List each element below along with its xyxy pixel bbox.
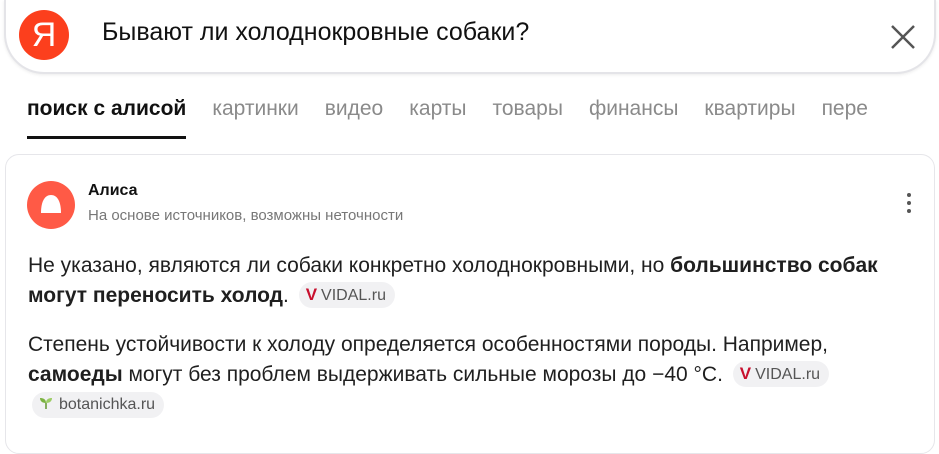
close-icon [891, 25, 915, 49]
yandex-logo[interactable]: Я [19, 10, 69, 60]
tab-images[interactable]: картинки [212, 97, 298, 139]
tab-apartments[interactable]: квартиры [704, 97, 795, 139]
search-tabs: поиск с алисой картинки видео карты товары фи… [27, 97, 939, 145]
source-link[interactable]: botanichka.ru [32, 392, 165, 418]
source-link[interactable]: V VIDAL.ru [298, 282, 395, 308]
clear-search-button[interactable] [884, 18, 922, 56]
search-input[interactable]: Бывают ли холоднокровные собаки? [102, 18, 529, 47]
source-link-label: VIDAL.ru [755, 366, 821, 383]
alice-answer-card: Алиса На основе источников, возможны нет… [5, 154, 935, 454]
kebab-dot-icon [907, 201, 911, 205]
vidal-logo-icon: V [305, 285, 318, 304]
tab-video[interactable]: видео [325, 97, 384, 139]
tab-maps[interactable]: карты [409, 97, 466, 139]
answer-source-name: Алиса [88, 182, 138, 199]
answer-paragraph: Степень устойчивости к холоду определяет… [28, 330, 918, 420]
tab-products[interactable]: товары [493, 97, 563, 139]
source-link-label: VIDAL.ru [321, 287, 386, 304]
source-link[interactable]: V VIDAL.ru [732, 361, 830, 387]
more-options-button[interactable] [902, 193, 916, 217]
search-bar: Я Бывают ли холоднокровные собаки? [4, 0, 936, 74]
alice-logo-icon [27, 181, 75, 229]
answer-disclaimer: На основе источников, возможны неточност… [88, 207, 404, 224]
sprout-icon [40, 398, 52, 409]
tab-alice-search[interactable]: поиск с алисой [27, 97, 187, 139]
tab-more[interactable]: пере [822, 97, 868, 139]
answer-text: могут без проблем выдерживать сильные мо… [122, 363, 723, 386]
answer-highlight: самоеды [28, 363, 123, 386]
answer-paragraph: Не указано, являются ли собаки конкретно… [28, 251, 918, 311]
answer-text: Степень устойчивости к холоду определяет… [28, 333, 828, 356]
kebab-dot-icon [907, 193, 911, 197]
tab-finance[interactable]: финансы [589, 97, 678, 139]
answer-text: Не указано, являются ли собаки конкретно… [28, 254, 671, 277]
vidal-logo-icon: V [739, 364, 752, 383]
source-link-label: botanichka.ru [59, 396, 156, 413]
kebab-dot-icon [907, 209, 911, 213]
answer-text: . [283, 284, 289, 307]
